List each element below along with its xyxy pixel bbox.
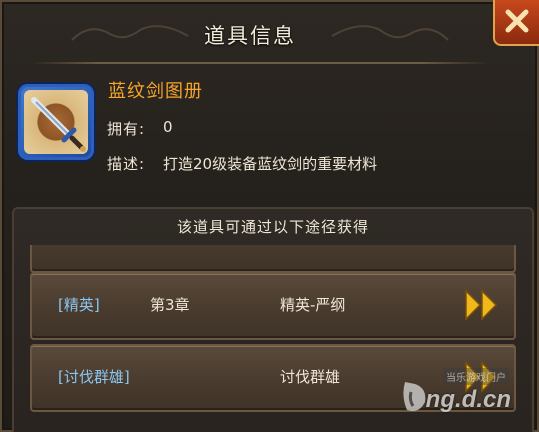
sword-icon: [31, 97, 86, 152]
source-stage: 精英-严纲: [280, 296, 346, 314]
item-icon-frame: [18, 84, 94, 160]
item-name: 蓝纹剑图册: [108, 81, 203, 102]
watermark-domain: ng.d.cn: [425, 386, 511, 413]
source-header: 该道具可通过以下途径获得: [176, 218, 369, 236]
close-icon: [505, 9, 529, 33]
owned-label: 拥有:: [107, 120, 146, 138]
description-label: 描述:: [107, 155, 146, 173]
owned-row: 拥有: 0: [107, 118, 173, 139]
dialog-title: 道具信息: [204, 24, 296, 48]
source-row-elite[interactable]: [精英] 第3章 精英-严纲: [30, 272, 516, 340]
close-button[interactable]: [493, 0, 539, 46]
sword-scroll-icon: [24, 90, 88, 154]
source-tag: [精英]: [58, 296, 100, 314]
source-stage: 讨伐群雄: [280, 368, 341, 386]
description-row: 描述: 打造20级装备蓝纹剑的重要材料: [107, 153, 377, 174]
watermark-small-text: 当乐游戏门户: [443, 368, 509, 385]
source-chapter: 第3章: [150, 296, 190, 314]
site-watermark: 当乐游戏门户 ng.d.cn: [399, 364, 519, 424]
title-divider: [30, 62, 490, 64]
item-info-dialog: 道具信息 蓝纹剑图册 拥有: 0 描述: 打造20级装备蓝纹剑的重要材料 该道具…: [0, 0, 539, 432]
double-arrow-icon[interactable]: [464, 288, 500, 322]
watermark-logo-icon: [403, 382, 426, 411]
owned-value: 0: [163, 118, 173, 136]
description-value: 打造20级装备蓝纹剑的重要材料: [163, 155, 378, 173]
dialog-title-bar: 道具信息: [10, 8, 490, 64]
list-item: [30, 245, 516, 273]
source-tag: [讨伐群雄]: [58, 368, 130, 386]
